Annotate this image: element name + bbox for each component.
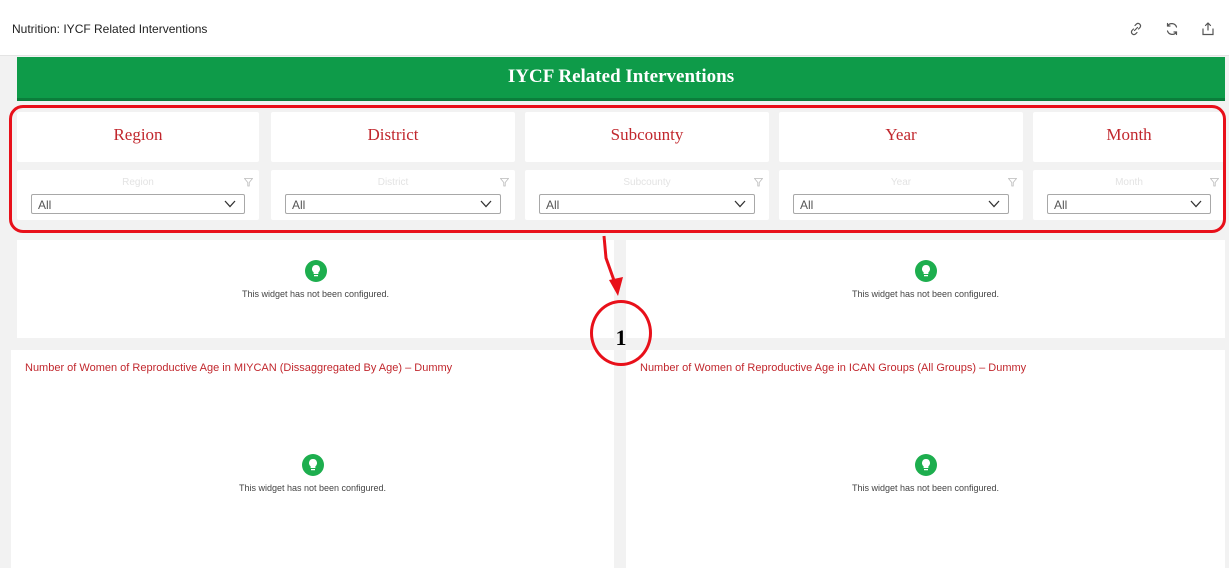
widget-empty-message: This widget has not been configured. [851,289,1000,299]
funnel-icon[interactable] [500,178,509,187]
filter-label-subcounty: Subcounty [610,125,684,144]
subcounty-filter-header: Subcounty [525,112,769,162]
region-ghost-label: Region [122,177,154,188]
year-select-value: All [800,198,814,212]
refresh-icon[interactable] [1161,18,1183,40]
widget-ican-women: Number of Women of Reproductive Age in I… [626,350,1225,568]
region-select-value: All [38,198,52,212]
month-filter-header: Month [1033,112,1225,162]
chevron-down-icon [1190,200,1202,208]
funnel-icon[interactable] [754,178,763,187]
region-filter-header: Region [17,112,259,162]
year-filter-header: Year [779,112,1023,162]
funnel-icon[interactable] [1008,178,1017,187]
subcounty-filter: Subcounty All [525,170,769,220]
region-filter: Region All [17,170,259,220]
month-select-value: All [1054,198,1068,212]
district-filter-header: District [271,112,515,162]
chevron-down-icon [480,200,492,208]
dashboard-page: Nutrition: IYCF Related Interventions IY… [0,0,1229,568]
year-filter: Year All [779,170,1023,220]
page-title: Nutrition: IYCF Related Interventions [12,22,208,36]
month-select[interactable]: All [1047,194,1211,214]
year-ghost-label: Year [890,177,912,188]
toolbar-icons [1125,18,1219,40]
widget-miycan-women: Number of Women of Reproductive Age in M… [11,350,614,568]
subcounty-ghost-label: Subcounty [623,177,671,188]
chevron-down-icon [224,200,236,208]
widget-title: Number of Women of Reproductive Age in I… [640,362,1027,374]
district-select[interactable]: All [285,194,501,214]
funnel-icon[interactable] [244,178,253,187]
chevron-down-icon [988,200,1000,208]
widget-empty-message: This widget has not been configured. [238,483,387,493]
chevron-down-icon [734,200,746,208]
subcounty-select[interactable]: All [539,194,755,214]
month-ghost-label: Month [1115,177,1143,188]
top-bar: Nutrition: IYCF Related Interventions [0,0,1229,56]
region-select[interactable]: All [31,194,245,214]
widget-empty-1: This widget has not been configured. [17,240,614,338]
funnel-icon[interactable] [1210,178,1219,187]
year-select[interactable]: All [793,194,1009,214]
filter-label-district: District [367,125,419,144]
district-select-value: All [292,198,306,212]
month-filter: Month All [1033,170,1225,220]
subcounty-select-value: All [546,198,560,212]
annotation-callout: 1 [590,300,652,366]
lightbulb-icon [914,454,937,476]
filter-label-year: Year [885,125,917,144]
widget-empty-2: This widget has not been configured. [626,240,1225,338]
filter-label-month: Month [1106,125,1152,144]
widget-title: Number of Women of Reproductive Age in M… [25,362,453,374]
district-filter: District All [271,170,515,220]
widget-empty-message: This widget has not been configured. [851,483,1000,493]
widget-empty-message: This widget has not been configured. [241,289,390,299]
export-icon[interactable] [1197,18,1219,40]
lightbulb-icon [304,260,327,282]
annotation-number: 1 [615,325,627,350]
dashboard-banner: IYCF Related Interventions [17,57,1225,101]
filter-label-region: Region [113,125,163,144]
lightbulb-icon [301,454,324,476]
district-ghost-label: District [377,177,409,188]
link-icon[interactable] [1125,18,1147,40]
lightbulb-icon [914,260,937,282]
